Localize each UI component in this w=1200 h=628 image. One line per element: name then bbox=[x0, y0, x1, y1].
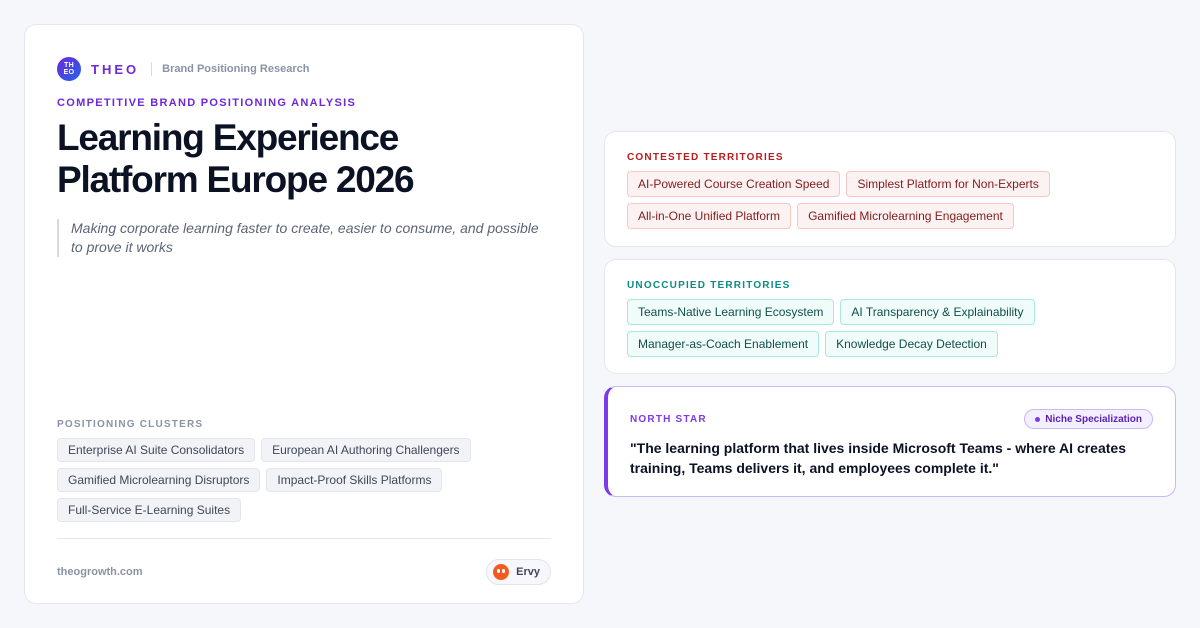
unoccupied-chip: Manager-as-Coach Enablement bbox=[627, 331, 820, 357]
unoccupied-territories-panel: UNOCCUPIED TERRITORIES Teams-Native Lear… bbox=[604, 259, 1176, 374]
north-star-label: NORTH STAR bbox=[630, 413, 707, 425]
brand-name: THEO bbox=[91, 61, 140, 77]
positioning-clusters: POSITIONING CLUSTERS Enterprise AI Suite… bbox=[57, 419, 553, 522]
contested-chip: Gamified Microlearning Engagement bbox=[797, 203, 1014, 229]
logo-text-top: TH bbox=[64, 62, 74, 69]
unoccupied-chip: Teams-Native Learning Ecosystem bbox=[627, 299, 835, 325]
contested-label: CONTESTED TERRITORIES bbox=[627, 152, 784, 163]
theo-logo-icon: TH EO bbox=[57, 57, 81, 81]
cluster-chip: Full-Service E-Learning Suites bbox=[57, 498, 242, 522]
cluster-chip: Enterprise AI Suite Consolidators bbox=[57, 438, 256, 462]
brand-divider bbox=[151, 62, 153, 76]
contested-chip: Simplest Platform for Non-Experts bbox=[846, 171, 1050, 197]
positioning-summary-card: TH EO THEO Brand Positioning Research CO… bbox=[24, 24, 584, 604]
contested-territories-panel: CONTESTED TERRITORIES AI-Powered Course … bbox=[604, 131, 1176, 247]
badge-dot-icon bbox=[1035, 416, 1041, 422]
clusters-label: POSITIONING CLUSTERS bbox=[57, 419, 204, 430]
unoccupied-chip-list: Teams-Native Learning Ecosystem AI Trans… bbox=[627, 299, 1067, 357]
cluster-chip: Impact-Proof Skills Platforms bbox=[266, 468, 443, 492]
report-eyebrow: COMPETITIVE BRAND POSITIONING ANALYSIS bbox=[57, 97, 357, 109]
ervy-badge[interactable]: Ervy bbox=[486, 558, 551, 585]
page-title: Learning Experience Platform Europe 2026 bbox=[57, 117, 415, 200]
cluster-chip: Gamified Microlearning Disruptors bbox=[57, 468, 261, 492]
north-star-quote: "The learning platform that lives inside… bbox=[630, 440, 1126, 476]
clusters-chip-list: Enterprise AI Suite Consolidators Europe… bbox=[57, 438, 553, 522]
card-footer: theogrowth.com Ervy bbox=[57, 538, 551, 604]
north-star-header: NORTH STAR Niche Specialization bbox=[630, 409, 1153, 429]
contested-chip: AI-Powered Course Creation Speed bbox=[627, 171, 841, 197]
contested-chip-list: AI-Powered Course Creation Speed Simples… bbox=[627, 171, 1067, 229]
brand-header: TH EO THEO Brand Positioning Research bbox=[57, 57, 551, 81]
ervy-badge-label: Ervy bbox=[516, 565, 540, 578]
contested-chip: All-in-One Unified Platform bbox=[627, 203, 792, 229]
unoccupied-label: UNOCCUPIED TERRITORIES bbox=[627, 280, 791, 291]
unoccupied-chip: Knowledge Decay Detection bbox=[825, 331, 998, 357]
tagline-quote: Making corporate learning faster to crea… bbox=[57, 219, 547, 257]
cluster-chip: European AI Authoring Challengers bbox=[261, 438, 471, 462]
logo-text-bottom: EO bbox=[63, 69, 75, 76]
niche-specialization-badge: Niche Specialization bbox=[1024, 409, 1153, 429]
brand-subtitle: Brand Positioning Research bbox=[162, 63, 310, 75]
unoccupied-chip: AI Transparency & Explainability bbox=[840, 299, 1035, 325]
footer-url[interactable]: theogrowth.com bbox=[57, 566, 143, 578]
ervy-mascot-icon bbox=[493, 563, 510, 580]
niche-badge-label: Niche Specialization bbox=[1045, 413, 1142, 425]
north-star-panel: NORTH STAR Niche Specialization "The lea… bbox=[604, 386, 1176, 497]
